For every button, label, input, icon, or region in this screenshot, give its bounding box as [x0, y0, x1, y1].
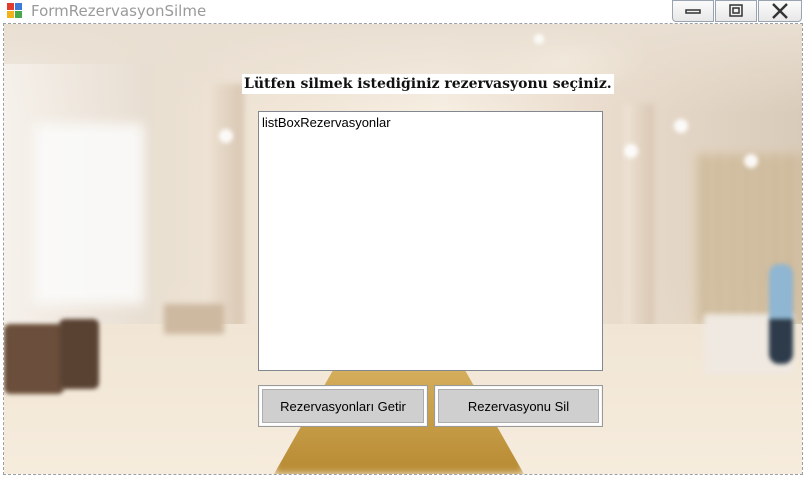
maximize-icon — [729, 4, 743, 17]
app-form-icon — [7, 3, 23, 19]
delete-reservation-button[interactable]: Rezervasyonu Sil — [434, 385, 603, 427]
close-icon — [772, 3, 788, 19]
fetch-reservations-button[interactable]: Rezervasyonları Getir — [258, 385, 428, 427]
reservations-listbox[interactable]: listBoxRezervasyonlar — [258, 111, 603, 371]
close-button[interactable] — [758, 0, 802, 22]
minimize-button[interactable] — [672, 0, 714, 22]
list-item[interactable]: listBoxRezervasyonlar — [262, 115, 599, 131]
prompt-label: Lütfen silmek istediğiniz rezervasyonu s… — [242, 74, 614, 94]
form-client-area: Lütfen silmek istediğiniz rezervasyonu s… — [3, 23, 803, 475]
maximize-button[interactable] — [715, 0, 757, 22]
minimize-icon — [685, 9, 701, 14]
title-bar[interactable]: FormRezervasyonSilme — [0, 0, 807, 24]
window-title: FormRezervasyonSilme — [31, 2, 207, 20]
